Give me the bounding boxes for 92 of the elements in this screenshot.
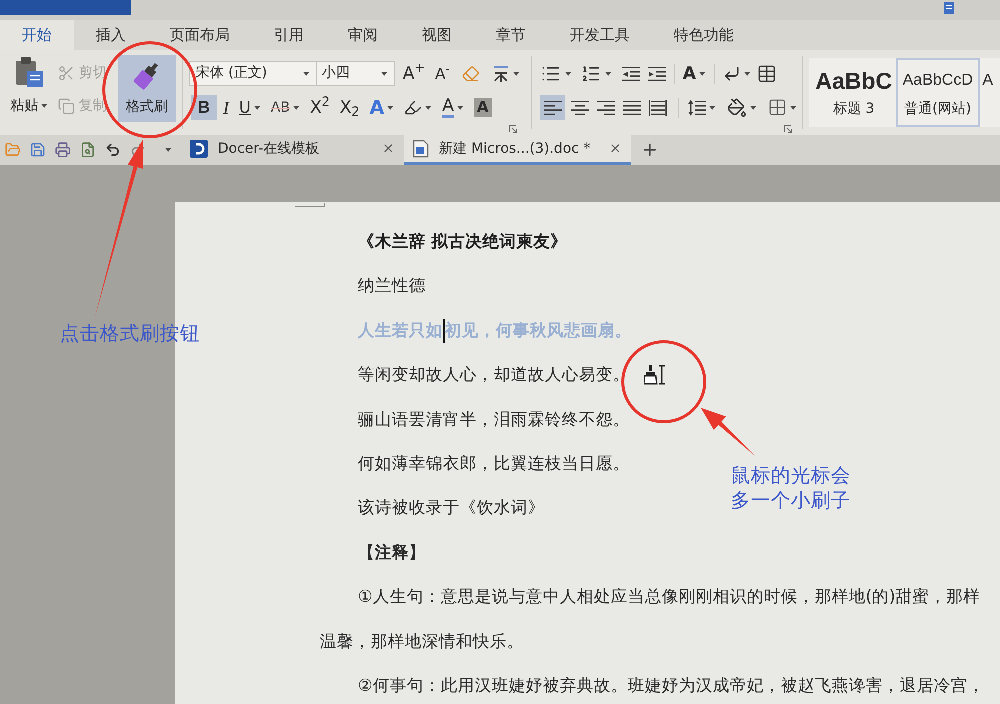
- text-line: ②何事句：此用汉班婕妤被弃典故。班婕妤为汉成帝妃，被赵飞燕谗害，退居冷宫，: [358, 676, 985, 696]
- caret-icon[interactable]: [303, 72, 310, 76]
- indent-icon: [648, 66, 666, 82]
- caret-icon[interactable]: [699, 72, 706, 76]
- menu-tab[interactable]: 开发工具: [548, 20, 652, 50]
- dialog-launcher-icon[interactable]: [509, 125, 517, 133]
- document-tab[interactable]: Docer-在线模板: [184, 135, 401, 165]
- text-line: 温馨，那样地深情和快乐。: [320, 632, 524, 652]
- menu-tab[interactable]: 章节: [474, 20, 548, 50]
- caret-icon[interactable]: [709, 106, 716, 110]
- text-line: 该诗被收录于《饮水词》: [358, 498, 545, 518]
- caret-icon[interactable]: [293, 106, 300, 110]
- style-preset[interactable]: AaBbCcD 普通(网站): [896, 58, 980, 127]
- text-line: 初见，何事秋风悲画扇。: [445, 320, 632, 341]
- justify-icon: [622, 100, 640, 116]
- document-icon: [944, 2, 954, 14]
- line-spacing-icon: [688, 100, 706, 116]
- logo-icon: [190, 140, 208, 158]
- menu-tab[interactable]: 视图: [400, 20, 474, 50]
- style-preset[interactable]: AaBbC 标题 3: [812, 58, 896, 127]
- caret-icon[interactable]: [744, 72, 752, 76]
- superscript-button[interactable]: X$^{2}$: [306, 95, 334, 120]
- menu-tab[interactable]: 特色功能: [652, 20, 756, 50]
- menu-tab[interactable]: 引用: [252, 20, 326, 50]
- scissors-icon: [58, 64, 75, 82]
- caret-icon[interactable]: [387, 106, 394, 110]
- table-icon[interactable]: [757, 64, 778, 84]
- text-line: 何如薄幸锦衣郎，比翼连枝当日愿。: [358, 454, 630, 474]
- text-line: 等闲变却故人心，却道故人心易变。: [358, 365, 630, 386]
- align-right-icon: [596, 100, 614, 116]
- caret-icon[interactable]: [40, 104, 48, 108]
- dialog-launcher-icon[interactable]: [784, 125, 792, 133]
- menu-tab[interactable]: 页面布局: [148, 20, 252, 50]
- caret-icon[interactable]: [790, 106, 797, 110]
- outdent-icon: [622, 66, 640, 82]
- new-tab-icon[interactable]: [641, 141, 659, 159]
- caret-icon[interactable]: [165, 148, 172, 152]
- print-preview-icon[interactable]: [80, 142, 96, 158]
- grow-font-button[interactable]: A$^{+}$: [401, 64, 428, 84]
- bold-button[interactable]: B: [191, 95, 218, 120]
- font-size-field[interactable]: 小四: [317, 61, 395, 86]
- distribute-icon: [648, 100, 666, 116]
- clipboard-icon: [14, 56, 44, 88]
- copy-icon: [58, 98, 75, 114]
- caret-icon[interactable]: [381, 72, 388, 76]
- caret-icon[interactable]: [605, 72, 612, 76]
- text-line: ①人生句：意思是说与意中人相处应当总像刚刚相识的时候，那样地(的)甜蜜，那样: [358, 587, 981, 608]
- text-line: 骊山语罢清宵半，泪雨霖铃终不怨。: [358, 410, 630, 430]
- paste-button[interactable]: 粘贴: [8, 56, 50, 122]
- annotation-icon[interactable]: [492, 64, 510, 82]
- align-center-icon: [570, 100, 588, 116]
- border-icon[interactable]: [768, 98, 787, 117]
- close-icon[interactable]: [609, 142, 622, 155]
- font-color-button[interactable]: A: [438, 95, 468, 120]
- caret-icon[interactable]: [750, 106, 757, 110]
- callout-text: 鼠标的光标会 多一个小刷子: [731, 463, 851, 513]
- subscript-button[interactable]: X$_{2}$: [336, 95, 364, 120]
- document-icon: [413, 140, 429, 158]
- align-left-button[interactable]: [540, 95, 565, 120]
- caret-icon[interactable]: [565, 72, 572, 76]
- menu-tab[interactable]: 审阅: [326, 20, 400, 50]
- margin-corner-mark: [295, 203, 325, 207]
- caret-icon[interactable]: [254, 106, 261, 110]
- return-arrow-icon[interactable]: [723, 64, 742, 82]
- save-icon[interactable]: [30, 142, 46, 158]
- shrink-font-button[interactable]: A$^{-}$: [433, 64, 452, 84]
- printer-icon[interactable]: [55, 142, 71, 158]
- paint-bucket-icon[interactable]: [727, 98, 747, 118]
- underline-button[interactable]: U: [235, 95, 265, 120]
- pointer-arrow: [699, 406, 757, 458]
- italic-button[interactable]: I: [219, 95, 234, 120]
- align-left-icon: [544, 100, 562, 116]
- highlighter-icon: [404, 98, 422, 116]
- menu-tab[interactable]: 开始: [0, 20, 74, 50]
- text-line: 纳兰性德: [358, 276, 426, 296]
- character-spacing-button[interactable]: A: [683, 64, 706, 84]
- format-painter-button[interactable]: 格式刷: [118, 55, 176, 122]
- menu-tab[interactable]: 插入: [74, 20, 148, 50]
- text-line: 人生若只如: [358, 320, 443, 341]
- font-name-field[interactable]: 宋体 (正文): [189, 61, 317, 86]
- document-tab[interactable]: 新建 Micros...(3).doc *: [404, 135, 631, 165]
- close-icon[interactable]: [382, 142, 395, 155]
- text-cursor: [443, 318, 445, 343]
- document-title: 《木兰辞 拟古决绝词柬友》: [358, 232, 568, 252]
- style-preset[interactable]: A: [980, 58, 996, 127]
- undo-icon[interactable]: [105, 142, 121, 158]
- text-effect-button[interactable]: A: [366, 95, 398, 120]
- numbered-list-icon[interactable]: [580, 64, 602, 84]
- caret-icon[interactable]: [512, 72, 520, 76]
- section-heading: 【注释】: [358, 542, 426, 563]
- caret-icon[interactable]: [425, 106, 432, 110]
- caret-icon[interactable]: [457, 106, 464, 110]
